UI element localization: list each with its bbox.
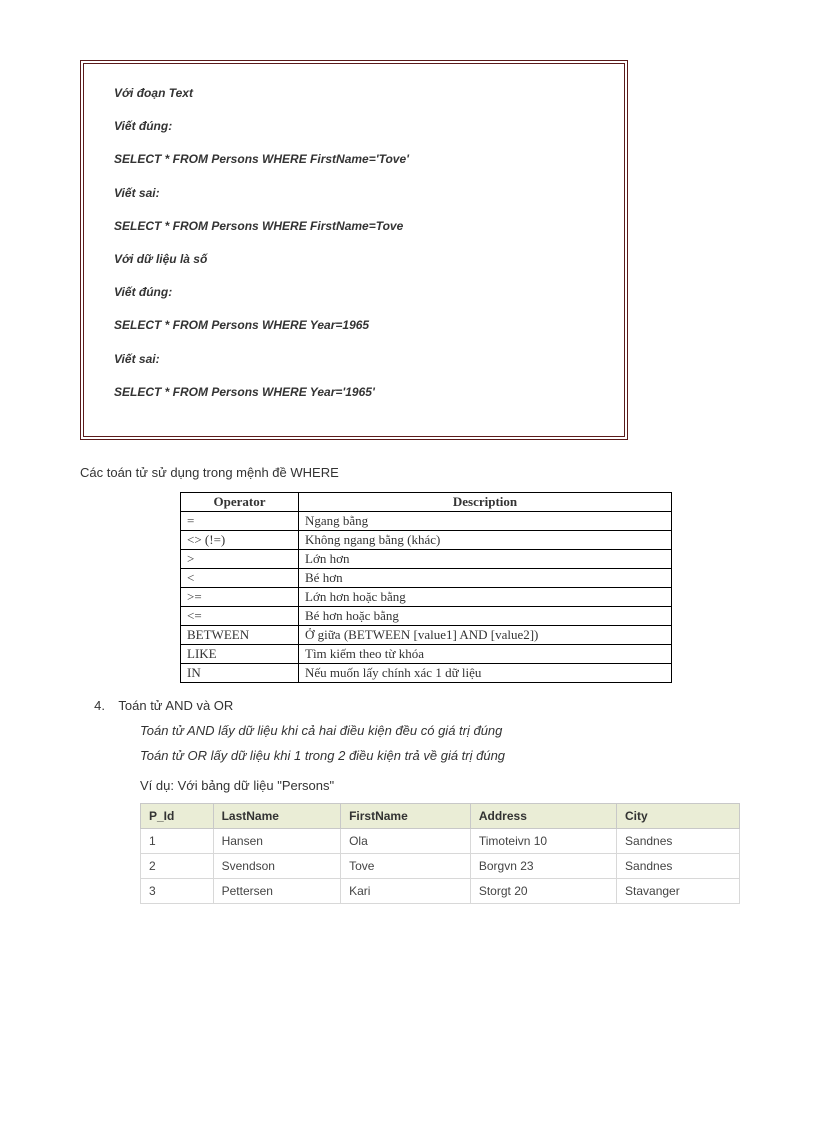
- table-row: <=Bé hơn hoặc bằng: [181, 606, 672, 625]
- op-cell: IN: [181, 663, 299, 682]
- cell-firstname: Kari: [341, 878, 471, 903]
- code-line: SELECT * FROM Persons WHERE Year=1965: [114, 316, 594, 335]
- op-cell: =: [181, 511, 299, 530]
- code-line: Viết sai:: [114, 184, 594, 203]
- table-header-row: P_Id LastName FirstName Address City: [141, 803, 740, 828]
- code-line: SELECT * FROM Persons WHERE FirstName=To…: [114, 217, 594, 236]
- section-number: 4.: [80, 698, 105, 713]
- table-row: =Ngang bằng: [181, 511, 672, 530]
- operators-table: Operator Description =Ngang bằng <> (!=)…: [180, 492, 672, 683]
- col-header-city: City: [617, 803, 740, 828]
- desc-cell: Nếu muốn lấy chính xác 1 dữ liệu: [299, 663, 672, 682]
- section-4-heading: 4. Toán tử AND và OR: [80, 698, 736, 713]
- table-row: <> (!=)Không ngang bằng (khác): [181, 530, 672, 549]
- or-description: Toán tử OR lấy dữ liệu khi 1 trong 2 điề…: [140, 748, 736, 763]
- code-line: Viết đúng:: [114, 117, 594, 136]
- op-cell: BETWEEN: [181, 625, 299, 644]
- table-row: BETWEENỞ giữa (BETWEEN [value1] AND [val…: [181, 625, 672, 644]
- table-row: 1 Hansen Ola Timoteivn 10 Sandnes: [141, 828, 740, 853]
- op-cell: <=: [181, 606, 299, 625]
- cell-pid: 2: [141, 853, 214, 878]
- code-line: SELECT * FROM Persons WHERE Year='1965': [114, 383, 594, 402]
- op-cell: <: [181, 568, 299, 587]
- operators-heading: Các toán tử sử dụng trong mệnh đề WHERE: [80, 465, 736, 480]
- col-header-lastname: LastName: [213, 803, 340, 828]
- desc-cell: Lớn hơn hoặc bằng: [299, 587, 672, 606]
- op-cell: >: [181, 549, 299, 568]
- desc-cell: Tìm kiếm theo từ khóa: [299, 644, 672, 663]
- op-cell: >=: [181, 587, 299, 606]
- and-description: Toán tử AND lấy dữ liệu khi cả hai điều …: [140, 723, 736, 738]
- cell-lastname: Hansen: [213, 828, 340, 853]
- col-header-pid: P_Id: [141, 803, 214, 828]
- example-label: Ví dụ: Với bảng dữ liệu "Persons": [140, 778, 736, 793]
- code-line: Với dữ liệu là số: [114, 250, 594, 269]
- col-header-description: Description: [299, 492, 672, 511]
- col-header-operator: Operator: [181, 492, 299, 511]
- table-row: 3 Pettersen Kari Storgt 20 Stavanger: [141, 878, 740, 903]
- cell-city: Sandnes: [617, 828, 740, 853]
- table-row: LIKETìm kiếm theo từ khóa: [181, 644, 672, 663]
- desc-cell: Ngang bằng: [299, 511, 672, 530]
- desc-cell: Ở giữa (BETWEEN [value1] AND [value2]): [299, 625, 672, 644]
- desc-cell: Bé hơn hoặc bằng: [299, 606, 672, 625]
- code-line: Viết đúng:: [114, 283, 594, 302]
- code-example-box: Với đoạn Text Viết đúng: SELECT * FROM P…: [80, 60, 628, 440]
- table-header-row: Operator Description: [181, 492, 672, 511]
- cell-firstname: Ola: [341, 828, 471, 853]
- op-cell: <> (!=): [181, 530, 299, 549]
- op-cell: LIKE: [181, 644, 299, 663]
- code-line: Với đoạn Text: [114, 84, 594, 103]
- table-row: 2 Svendson Tove Borgvn 23 Sandnes: [141, 853, 740, 878]
- section-title-text: Toán tử AND và OR: [118, 698, 233, 713]
- desc-cell: Không ngang bằng (khác): [299, 530, 672, 549]
- col-header-address: Address: [470, 803, 616, 828]
- cell-lastname: Pettersen: [213, 878, 340, 903]
- cell-city: Stavanger: [617, 878, 740, 903]
- desc-cell: Lớn hơn: [299, 549, 672, 568]
- table-row: <Bé hơn: [181, 568, 672, 587]
- cell-city: Sandnes: [617, 853, 740, 878]
- cell-firstname: Tove: [341, 853, 471, 878]
- persons-table: P_Id LastName FirstName Address City 1 H…: [140, 803, 740, 904]
- col-header-firstname: FirstName: [341, 803, 471, 828]
- cell-address: Storgt 20: [470, 878, 616, 903]
- desc-cell: Bé hơn: [299, 568, 672, 587]
- cell-address: Timoteivn 10: [470, 828, 616, 853]
- code-line: Viết sai:: [114, 350, 594, 369]
- cell-pid: 3: [141, 878, 214, 903]
- table-row: >=Lớn hơn hoặc bằng: [181, 587, 672, 606]
- code-line: SELECT * FROM Persons WHERE FirstName='T…: [114, 150, 594, 169]
- table-row: >Lớn hơn: [181, 549, 672, 568]
- cell-pid: 1: [141, 828, 214, 853]
- cell-address: Borgvn 23: [470, 853, 616, 878]
- cell-lastname: Svendson: [213, 853, 340, 878]
- table-row: INNếu muốn lấy chính xác 1 dữ liệu: [181, 663, 672, 682]
